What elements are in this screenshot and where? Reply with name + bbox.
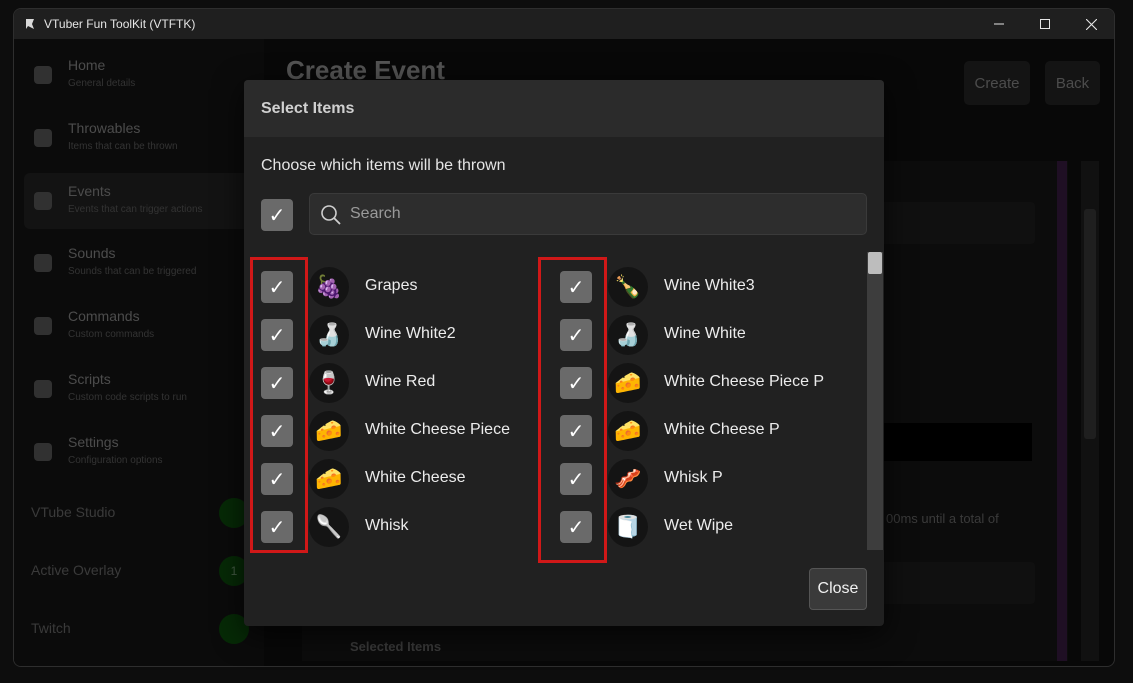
whisk-icon: 🥄: [309, 507, 349, 547]
wine-bottle-icon: 🍶: [309, 315, 349, 355]
window-title: VTuber Fun ToolKit (VTFTK): [44, 17, 196, 31]
item-label: White Cheese Piece P: [664, 373, 825, 390]
maximize-icon: [1040, 19, 1050, 29]
title-bar[interactable]: VTuber Fun ToolKit (VTFTK): [14, 9, 1114, 39]
item-label: White Cheese: [365, 469, 466, 486]
search-box[interactable]: [309, 193, 867, 235]
close-button[interactable]: Close: [809, 568, 867, 610]
close-window-button[interactable]: [1068, 9, 1114, 39]
search-icon: [321, 205, 341, 225]
item-label: Whisk: [365, 517, 409, 534]
item-label: Grapes: [365, 277, 418, 294]
cheese-icon: 🧀: [608, 363, 648, 403]
item-label: Whisk P: [664, 469, 723, 486]
dialog-subtitle: Choose which items will be thrown: [261, 157, 506, 174]
item-label: Wine White: [664, 325, 746, 342]
dialog-scrollbar-thumb[interactable]: [868, 252, 882, 274]
wine-bottle-icon: 🍶: [608, 315, 648, 355]
minimize-button[interactable]: [976, 9, 1022, 39]
close-icon: [1085, 18, 1097, 30]
wine-red-icon: 🍷: [309, 363, 349, 403]
grapes-icon: 🍇: [309, 267, 349, 307]
dialog-scrollbar[interactable]: [867, 252, 883, 550]
item-label: White Cheese P: [664, 421, 780, 438]
dialog-title: Select Items: [261, 100, 355, 117]
item-label: Wine White2: [365, 325, 456, 342]
wet-wipe-icon: 🧻: [608, 507, 648, 547]
select-all-checkbox[interactable]: ✓: [261, 199, 293, 231]
highlight-box-right: [538, 257, 607, 563]
cheese-icon: 🧀: [309, 459, 349, 499]
item-label: Wine White3: [664, 277, 755, 294]
item-label: Wet Wipe: [664, 517, 734, 534]
cheese-icon: 🧀: [309, 411, 349, 451]
highlight-box-left: [250, 257, 308, 553]
app-logo-icon: [26, 19, 34, 29]
wine-bottle-icon: 🍾: [608, 267, 648, 307]
minimize-icon: [994, 23, 1004, 25]
item-label: Wine Red: [365, 373, 436, 390]
whisk-p-icon: 🥓: [608, 459, 648, 499]
dialog-header: Select Items: [244, 80, 884, 137]
maximize-button[interactable]: [1022, 9, 1068, 39]
select-items-dialog: Select Items Choose which items will be …: [244, 80, 884, 626]
search-input[interactable]: [350, 194, 850, 234]
item-label: White Cheese Piece: [365, 421, 510, 438]
cheese-icon: 🧀: [608, 411, 648, 451]
